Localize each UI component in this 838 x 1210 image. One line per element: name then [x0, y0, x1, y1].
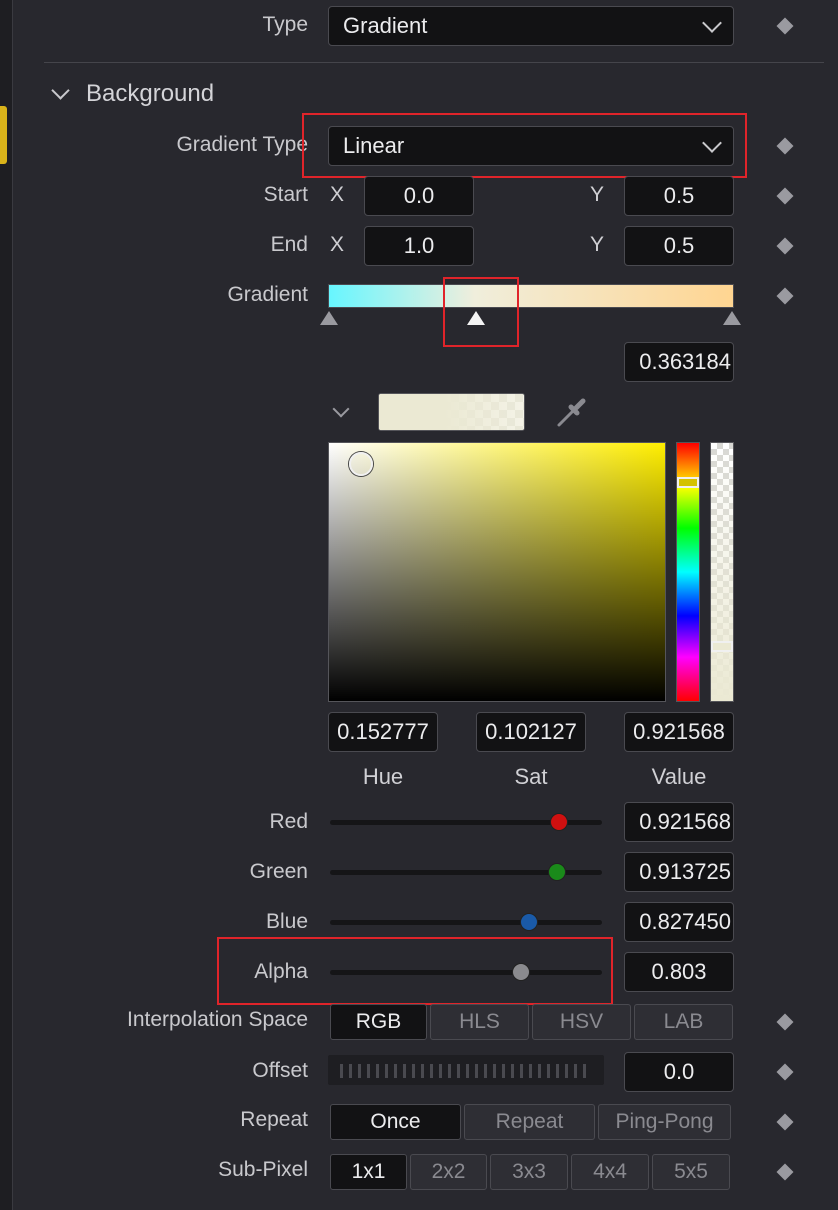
gradient-stop-start-icon[interactable]: [320, 311, 338, 325]
gradient-stop-selected-icon[interactable]: [467, 311, 485, 325]
sat-label: Sat: [514, 764, 548, 789]
gradient-bar[interactable]: [328, 284, 734, 308]
keyframe-diamond-icon[interactable]: [776, 137, 794, 155]
keyframe-diamond-icon[interactable]: [776, 1063, 794, 1081]
gradient-type-value: Linear: [343, 133, 405, 158]
end-y-field[interactable]: 0.5: [624, 226, 734, 266]
interp-option-hsv[interactable]: HSV: [532, 1004, 631, 1040]
start-x-field[interactable]: 0.0: [364, 176, 474, 216]
interp-option-hls[interactable]: HLS: [430, 1004, 529, 1040]
divider: [44, 62, 824, 63]
offset-slider[interactable]: [328, 1055, 604, 1085]
gradient-type-dropdown[interactable]: Linear: [328, 126, 734, 166]
keyframe-diamond-icon[interactable]: [776, 1013, 794, 1031]
repeat-option-repeat[interactable]: Repeat: [464, 1104, 595, 1140]
blue-label: Blue: [265, 910, 308, 933]
repeat-segmented-control: Once Repeat Ping-Pong: [330, 1104, 731, 1140]
start-label: Start: [263, 183, 308, 206]
interpolation-label: Interpolation Space: [127, 1008, 308, 1031]
subpixel-option-3x3[interactable]: 3x3: [490, 1154, 568, 1190]
gradient-stop-end-icon[interactable]: [723, 311, 741, 325]
green-slider-knob[interactable]: [547, 863, 566, 881]
hue-label: Hue: [362, 764, 404, 789]
keyframe-diamond-icon[interactable]: [776, 17, 794, 35]
blue-slider-knob[interactable]: [520, 913, 539, 931]
type-label: Type: [262, 13, 308, 36]
offset-ticks: [340, 1064, 592, 1078]
sat-field[interactable]: 0.102127: [476, 712, 586, 752]
saturation-value-square[interactable]: [328, 442, 666, 702]
red-label: Red: [269, 810, 308, 833]
red-slider-knob[interactable]: [550, 813, 569, 831]
left-edge-panel: [0, 0, 13, 1210]
keyframe-diamond-icon[interactable]: [776, 1113, 794, 1131]
picker-collapse-chevron-icon[interactable]: [332, 400, 350, 418]
section-title[interactable]: Background: [86, 80, 214, 108]
keyframe-diamond-icon[interactable]: [776, 287, 794, 305]
alpha-value-field[interactable]: 0.803: [624, 952, 734, 992]
subpixel-option-5x5[interactable]: 5x5: [652, 1154, 730, 1190]
hue-field[interactable]: 0.152777: [328, 712, 438, 752]
keyframe-diamond-icon[interactable]: [776, 237, 794, 255]
repeat-option-once[interactable]: Once: [330, 1104, 461, 1140]
end-label: End: [270, 233, 308, 256]
interp-option-lab[interactable]: LAB: [634, 1004, 733, 1040]
section-collapse-chevron-icon[interactable]: [51, 81, 70, 100]
value-label: Value: [651, 764, 707, 789]
offset-field[interactable]: 0.0: [624, 1052, 734, 1092]
alpha-label: Alpha: [254, 960, 308, 983]
subpixel-label: Sub-Pixel: [218, 1158, 308, 1181]
red-value-field[interactable]: 0.921568: [624, 802, 734, 842]
end-y-label: Y: [590, 233, 605, 256]
repeat-label: Repeat: [240, 1108, 308, 1131]
left-edge-marker: [0, 106, 7, 164]
keyframe-diamond-icon[interactable]: [776, 1163, 794, 1181]
value-field[interactable]: 0.921568: [624, 712, 734, 752]
alpha-slider-knob[interactable]: [512, 963, 531, 981]
subpixel-option-2x2[interactable]: 2x2: [410, 1154, 487, 1190]
keyframe-diamond-icon[interactable]: [776, 187, 794, 205]
type-dropdown[interactable]: Gradient: [328, 6, 734, 46]
type-value: Gradient: [343, 13, 428, 38]
alpha-slider-handle[interactable]: [711, 641, 733, 652]
hue-slider-handle[interactable]: [677, 477, 699, 488]
subpixel-option-1x1[interactable]: 1x1: [330, 1154, 407, 1190]
start-y-field[interactable]: 0.5: [624, 176, 734, 216]
chevron-down-icon: [702, 133, 722, 153]
green-label: Green: [249, 860, 308, 883]
repeat-option-ping-pong[interactable]: Ping-Pong: [598, 1104, 731, 1140]
interpolation-segmented-control: RGB HLS HSV LAB: [330, 1004, 733, 1040]
end-x-label: X: [330, 233, 345, 256]
swatch-fill: [379, 394, 524, 430]
eyedropper-icon[interactable]: [554, 396, 588, 430]
start-x-label: X: [330, 183, 345, 206]
color-picker-cursor[interactable]: [349, 452, 373, 476]
alpha-strip[interactable]: [710, 442, 734, 702]
blue-slider-track[interactable]: [330, 920, 602, 925]
green-value-field[interactable]: 0.913725: [624, 852, 734, 892]
chevron-down-icon: [702, 13, 722, 33]
color-swatch[interactable]: [378, 393, 525, 431]
subpixel-segmented-control: 1x1 2x2 3x3 4x4 5x5: [330, 1154, 730, 1190]
offset-label: Offset: [252, 1059, 308, 1082]
subpixel-option-4x4[interactable]: 4x4: [571, 1154, 649, 1190]
gradient-stop-position-field[interactable]: 0.363184: [624, 342, 734, 382]
gradient-label: Gradient: [227, 283, 308, 306]
gradient-type-label: Gradient Type: [176, 133, 308, 156]
blue-value-field[interactable]: 0.827450: [624, 902, 734, 942]
start-y-label: Y: [590, 183, 605, 206]
end-x-field[interactable]: 1.0: [364, 226, 474, 266]
alpha-slider-track[interactable]: [330, 970, 602, 975]
interp-option-rgb[interactable]: RGB: [330, 1004, 427, 1040]
